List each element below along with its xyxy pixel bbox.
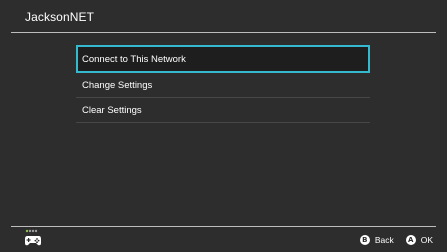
- network-menu: Connect to This Network Change Settings …: [76, 45, 370, 123]
- footer-divider: [11, 226, 436, 227]
- page-title: JacksonNET: [25, 10, 95, 24]
- controller-icon: [24, 229, 42, 247]
- menu-item-connect[interactable]: Connect to This Network: [76, 45, 370, 73]
- network-settings-screen: JacksonNET Connect to This Network Chang…: [0, 0, 447, 252]
- back-button[interactable]: B Back: [359, 235, 394, 245]
- b-button-icon: B: [359, 235, 370, 245]
- menu-item-clear-settings[interactable]: Clear Settings: [76, 98, 370, 123]
- back-label: Back: [374, 235, 394, 245]
- menu-item-label: Connect to This Network: [82, 54, 186, 65]
- a-button-icon: A: [405, 235, 416, 245]
- header-divider: [11, 32, 436, 33]
- menu-item-label: Change Settings: [82, 80, 153, 91]
- menu-item-change-settings[interactable]: Change Settings: [76, 73, 370, 98]
- ok-button[interactable]: A OK: [405, 235, 433, 245]
- menu-item-label: Clear Settings: [82, 105, 142, 116]
- header: JacksonNET: [0, 0, 447, 32]
- ok-label: OK: [420, 235, 433, 245]
- footer-actions: B Back A OK: [348, 233, 433, 247]
